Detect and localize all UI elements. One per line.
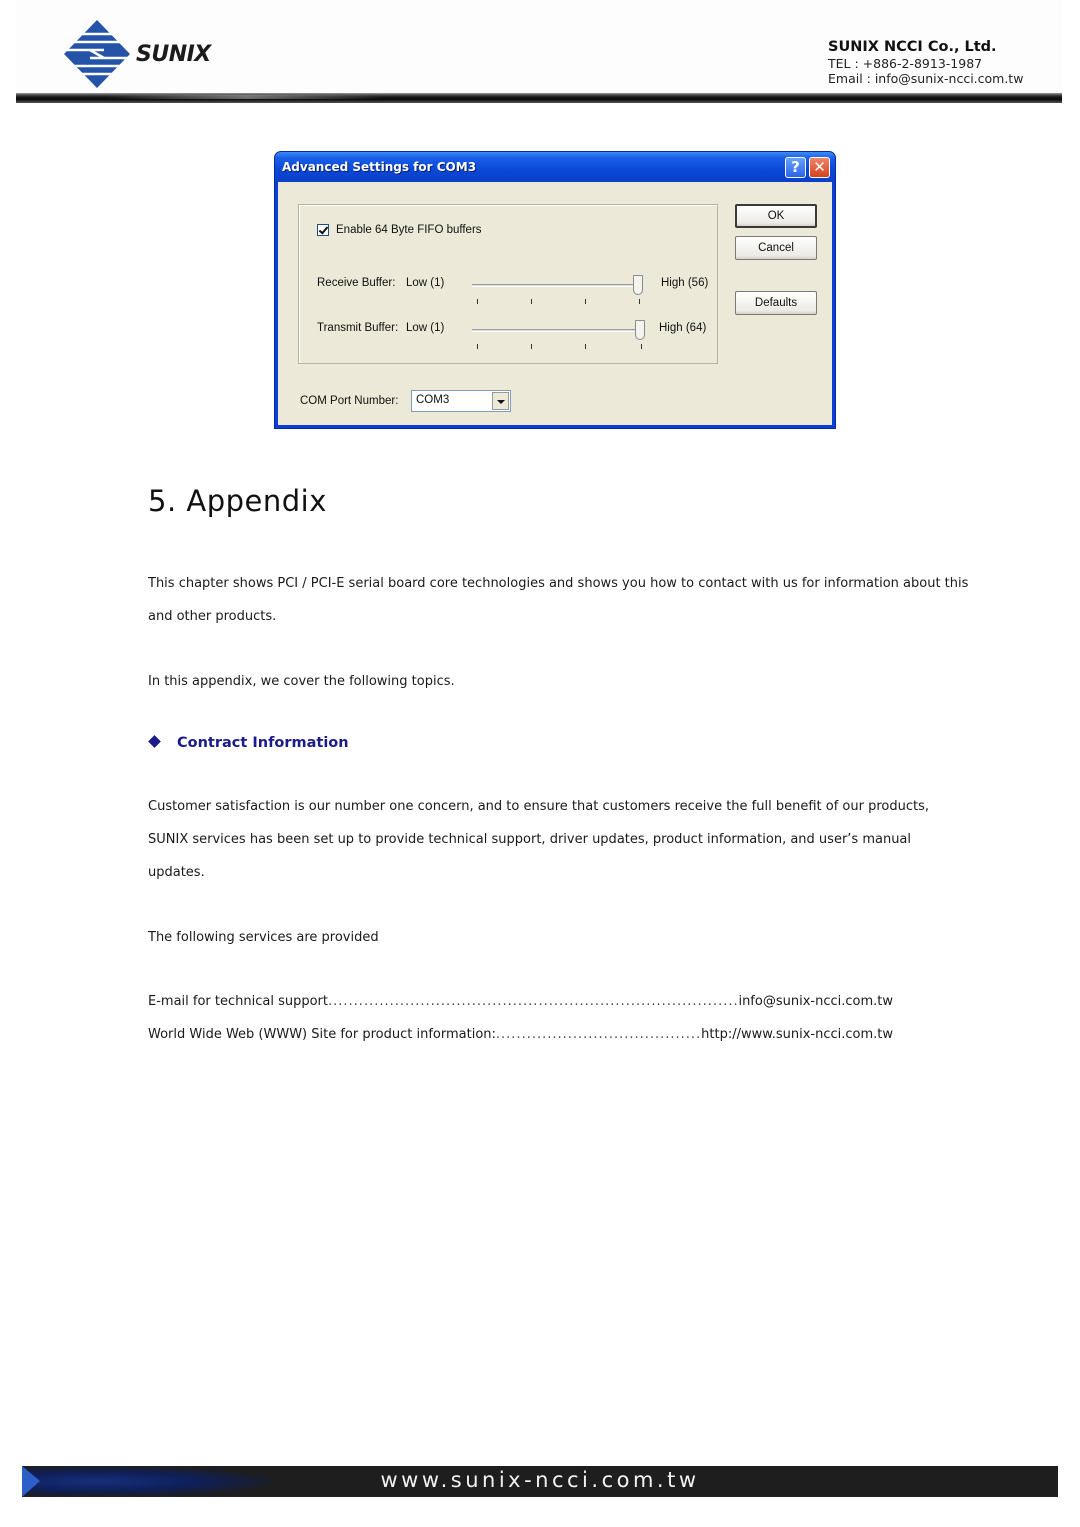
receive-buffer-high-label: High (56) xyxy=(661,277,709,289)
receive-buffer-label: Receive Buffer: xyxy=(317,277,396,289)
defaults-button[interactable]: Defaults xyxy=(735,291,817,315)
slider-tick xyxy=(477,299,478,304)
service-row-website: World Wide Web (WWW) Site for product in… xyxy=(148,1027,893,1042)
transmit-buffer-low-label: Low (1) xyxy=(406,322,445,334)
com-port-label: COM Port Number: xyxy=(300,395,399,407)
dialog-body: Enable 64 Byte FIFO buffers Receive Buff… xyxy=(278,182,832,425)
leader-dots: ........................................… xyxy=(495,1027,702,1042)
sunix-logo: SUNIX xyxy=(64,20,234,90)
receive-buffer-slider[interactable] xyxy=(472,284,642,287)
section-body: Customer satisfaction is our number one … xyxy=(148,799,929,880)
slider-tick xyxy=(531,344,532,349)
page-header: SUNIX SUNIX NCCI Co., Ltd. TEL : +886-2-… xyxy=(16,0,1062,104)
help-icon: ? xyxy=(791,158,800,176)
receive-buffer-low-label: Low (1) xyxy=(406,277,445,289)
advanced-settings-dialog: Advanced Settings for COM3 ? ✕ Enable 64… xyxy=(274,151,836,429)
cancel-button[interactable]: Cancel xyxy=(735,236,817,260)
chevron-down-icon[interactable] xyxy=(492,392,509,410)
service-website-link[interactable]: http://www.sunix-ncci.com.tw xyxy=(701,1027,893,1042)
receive-buffer-slider-thumb[interactable] xyxy=(633,275,643,295)
slider-tick xyxy=(585,299,586,304)
ok-button[interactable]: OK xyxy=(735,204,817,228)
service-label: E-mail for technical support xyxy=(148,994,329,1009)
company-tel: TEL : +886-2-8913-1987 xyxy=(828,56,983,71)
leader-dots: ........................................… xyxy=(328,994,739,1009)
diamond-bullet-icon xyxy=(148,735,161,748)
topics-intro: In this appendix, we cover the following… xyxy=(148,674,455,689)
section-heading: Contract Information xyxy=(148,735,349,751)
com-port-select[interactable]: COM3 xyxy=(411,390,511,412)
slider-tick xyxy=(477,344,478,349)
close-button[interactable]: ✕ xyxy=(809,157,830,178)
page-title: 5. Appendix xyxy=(148,484,327,518)
fifo-checkbox[interactable] xyxy=(317,224,329,236)
com-port-value: COM3 xyxy=(416,394,450,406)
service-label: World Wide Web (WWW) Site for product in… xyxy=(148,1027,496,1042)
sunix-diamond-icon xyxy=(64,20,130,88)
transmit-buffer-high-label: High (64) xyxy=(659,322,707,334)
transmit-buffer-label: Transmit Buffer: xyxy=(317,322,399,334)
header-divider xyxy=(16,93,1062,103)
dialog-title: Advanced Settings for COM3 xyxy=(282,160,477,174)
transmit-buffer-slider[interactable] xyxy=(472,329,644,332)
slider-tick xyxy=(639,299,640,304)
buffer-settings-group: Enable 64 Byte FIFO buffers Receive Buff… xyxy=(298,204,718,364)
intro-paragraph: This chapter shows PCI / PCI-E serial bo… xyxy=(148,576,969,624)
help-button[interactable]: ? xyxy=(785,157,806,178)
slider-tick xyxy=(641,344,642,349)
dialog-titlebar[interactable]: Advanced Settings for COM3 ? ✕ xyxy=(275,152,835,182)
close-icon: ✕ xyxy=(813,158,826,176)
fifo-checkbox-label: Enable 64 Byte FIFO buffers xyxy=(336,224,482,236)
company-email: Email : info@sunix-ncci.com.tw xyxy=(828,71,1024,86)
logo-wordmark: SUNIX xyxy=(136,42,211,67)
slider-tick xyxy=(531,299,532,304)
slider-tick xyxy=(585,344,586,349)
services-intro: The following services are provided xyxy=(148,930,379,945)
section-title: Contract Information xyxy=(177,735,349,751)
footer-url: www.sunix-ncci.com.tw xyxy=(380,1468,700,1492)
transmit-buffer-slider-thumb[interactable] xyxy=(635,320,645,340)
company-info: SUNIX NCCI Co., Ltd. TEL : +886-2-8913-1… xyxy=(828,38,1052,86)
service-email-link[interactable]: info@sunix-ncci.com.tw xyxy=(738,994,893,1009)
service-row-email: E-mail for technical support ...........… xyxy=(148,994,893,1009)
company-name: SUNIX NCCI Co., Ltd. xyxy=(828,39,997,55)
page-footer: www.sunix-ncci.com.tw xyxy=(22,1466,1058,1497)
